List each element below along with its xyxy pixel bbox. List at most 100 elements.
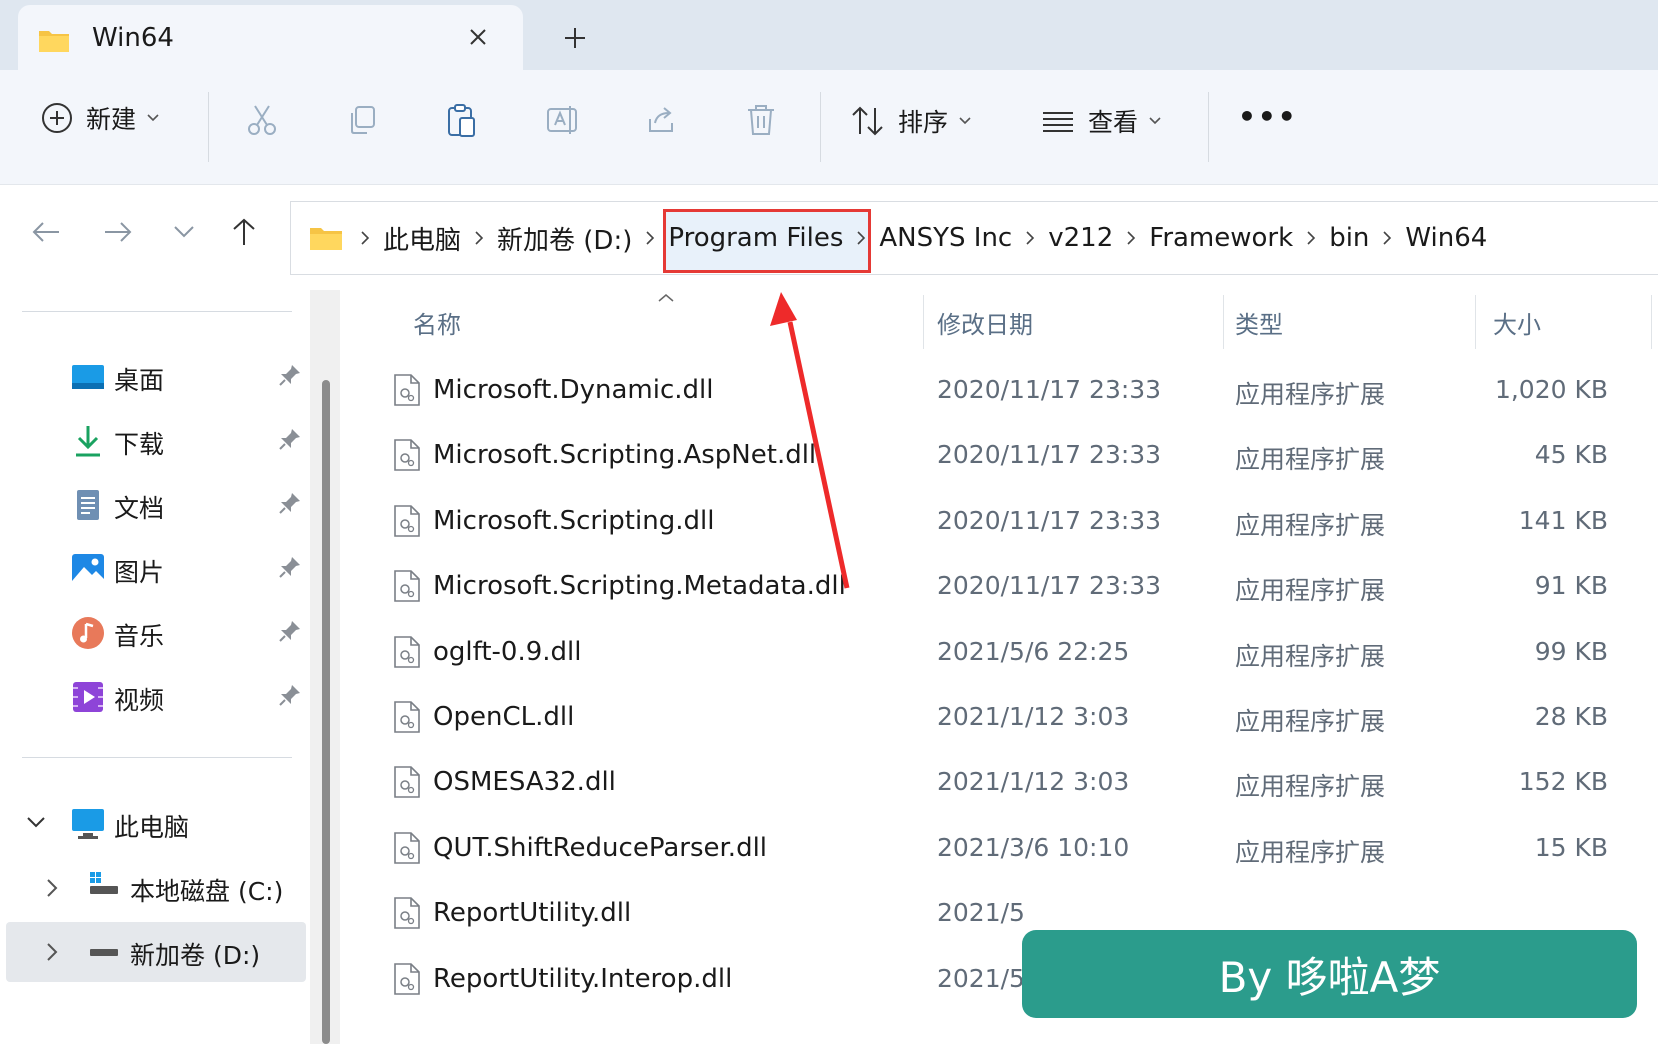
sidebar-item-music[interactable]: 音乐 [0,603,310,663]
table-row[interactable]: Microsoft.Scripting.dll 2020/11/17 23:33 应… [345,492,1658,557]
table-row[interactable]: Microsoft.Dynamic.dll 2020/11/17 23:33 应用程… [345,361,1658,426]
sidebar-item-pictures[interactable]: 图片 [0,539,310,599]
chevron-right-icon[interactable] [849,230,873,246]
column-divider[interactable] [1475,295,1476,349]
scrollbar-thumb[interactable] [322,380,330,1044]
sidebar-item-label: 文档 [114,494,165,523]
chevron-right-icon[interactable] [46,878,58,898]
arrow-right-icon [105,222,132,242]
file-date: 2021/1/12 3:03 [937,702,1130,731]
file-name: OpenCL.dll [433,702,575,732]
plus-icon[interactable] [555,18,595,58]
chevron-right-icon[interactable] [353,230,377,246]
pin-icon[interactable] [278,555,302,579]
computer-icon [72,809,104,839]
pin-icon[interactable] [278,491,302,515]
paste-button[interactable] [445,103,479,139]
recent-locations-button[interactable] [162,210,206,254]
column-header-size[interactable]: 大小 [1493,305,1541,340]
nav-divider [22,757,292,758]
music-icon [72,617,104,649]
sidebar-item-drive-d[interactable]: 新加卷 (D:) [6,922,306,982]
pin-icon[interactable] [278,683,302,707]
file-name: QUT.ShiftReduceParser.dll [433,832,768,863]
pin-icon[interactable] [278,619,302,643]
breadcrumb-item[interactable]: Framework [1143,223,1299,253]
file-name: Microsoft.Scripting.AspNet.dll [433,440,817,471]
view-button[interactable]: 查看 [1040,103,1162,139]
nav-scrollbar[interactable] [310,290,340,1044]
address-bar[interactable]: 此电脑 新加卷 (D:) Program Files ANSYS Inc v21… [290,201,1658,275]
sidebar-item-videos[interactable]: 视频 [0,667,310,727]
delete-button[interactable] [745,103,777,137]
back-button[interactable] [24,210,68,254]
breadcrumb-item[interactable]: ANSYS Inc [873,223,1018,253]
rename-button[interactable] [545,103,581,137]
file-size: 45 KB [1534,440,1608,470]
breadcrumb-item[interactable]: v212 [1042,223,1119,253]
view-label: 查看 [1088,108,1139,137]
column-header-name[interactable]: 名称 [413,305,461,340]
forward-button[interactable] [96,210,140,254]
file-date: 2020/11/17 23:33 [937,571,1162,601]
sort-button[interactable]: 排序 [850,103,972,139]
breadcrumb-item[interactable]: bin [1323,223,1375,253]
chevron-right-icon[interactable] [1299,230,1323,246]
table-row[interactable]: OpenCL.dll 2021/1/12 3:03 应用程序扩展 28 KB [345,688,1658,753]
breadcrumb-item-current[interactable]: Win64 [1399,223,1493,253]
table-row[interactable]: oglft-0.9.dll 2021/5/6 22:25 应用程序扩展 99 KB [345,623,1658,688]
column-divider[interactable] [923,295,924,349]
sidebar-item-this-pc[interactable]: 此电脑 [0,794,310,854]
plus-circle-icon [42,103,72,133]
breadcrumb-item[interactable]: 新加卷 (D:) [491,220,638,257]
chevron-down-icon [959,117,971,125]
new-button[interactable]: 新建 [40,100,160,136]
table-row[interactable]: Microsoft.Scripting.AspNet.dll 2020/11/17… [345,426,1658,491]
chevron-right-icon[interactable] [1018,230,1042,246]
chevron-down-icon[interactable] [26,816,46,830]
cut-button[interactable] [245,103,279,137]
sort-label: 排序 [898,108,949,137]
close-icon[interactable] [458,17,498,57]
table-row[interactable]: OSMESA32.dll 2021/1/12 3:03 应用程序扩展 152 KB [345,753,1658,818]
title-bar: Win64 [0,0,1658,75]
column-divider[interactable] [1651,295,1652,349]
scissors-icon [248,105,276,135]
table-row[interactable]: QUT.ShiftReduceParser.dll 2021/3/6 10:10 应… [345,819,1658,884]
watermark-badge: By 哆啦A梦 [1022,930,1637,1018]
breadcrumb: 此电脑 新加卷 (D:) Program Files ANSYS Inc v21… [309,202,1493,274]
share-button[interactable] [645,103,679,137]
file-name: ReportUtility.dll [433,898,632,929]
copy-button[interactable] [345,103,379,137]
breadcrumb-item-program-files[interactable]: Program Files [662,223,849,253]
chevron-right-icon[interactable] [467,230,491,246]
sidebar-item-downloads[interactable]: 下载 [0,411,310,471]
sidebar-item-drive-c[interactable]: 本地磁盘 (C:) [0,858,310,918]
download-icon [76,426,100,457]
dll-file-icon [394,897,420,929]
file-size: 1,020 KB [1494,375,1608,404]
sidebar-item-desktop[interactable]: 桌面 [0,347,310,407]
table-row[interactable]: Microsoft.Scripting.Metadata.dll 2020/11/… [345,557,1658,622]
chevron-right-icon[interactable] [1375,230,1399,246]
document-icon [77,490,99,520]
breadcrumb-item[interactable]: 此电脑 [377,220,467,257]
chevron-right-icon[interactable] [638,230,662,246]
navigation-pane: 桌面 下载 文档 图片 音乐 视频 此电脑 本地磁盘 (C:) 新加卷 (D:) [0,285,325,1044]
copy-icon [351,106,375,134]
sidebar-item-label: 视频 [114,686,165,715]
column-header-date[interactable]: 修改日期 [937,305,1033,340]
pin-icon[interactable] [278,363,302,387]
file-type: 应用程序扩展 [1235,837,1386,867]
toolbar-divider [820,92,821,162]
tab-win64[interactable]: Win64 [18,5,523,75]
up-button[interactable] [222,210,266,254]
pin-icon[interactable] [278,427,302,451]
more-button[interactable]: ••• [1238,100,1298,133]
chevron-right-icon[interactable] [46,942,58,962]
column-divider[interactable] [1223,295,1224,349]
sort-icon [852,106,883,136]
chevron-right-icon[interactable] [1119,230,1143,246]
sidebar-item-documents[interactable]: 文档 [0,475,310,535]
column-header-type[interactable]: 类型 [1235,305,1283,340]
